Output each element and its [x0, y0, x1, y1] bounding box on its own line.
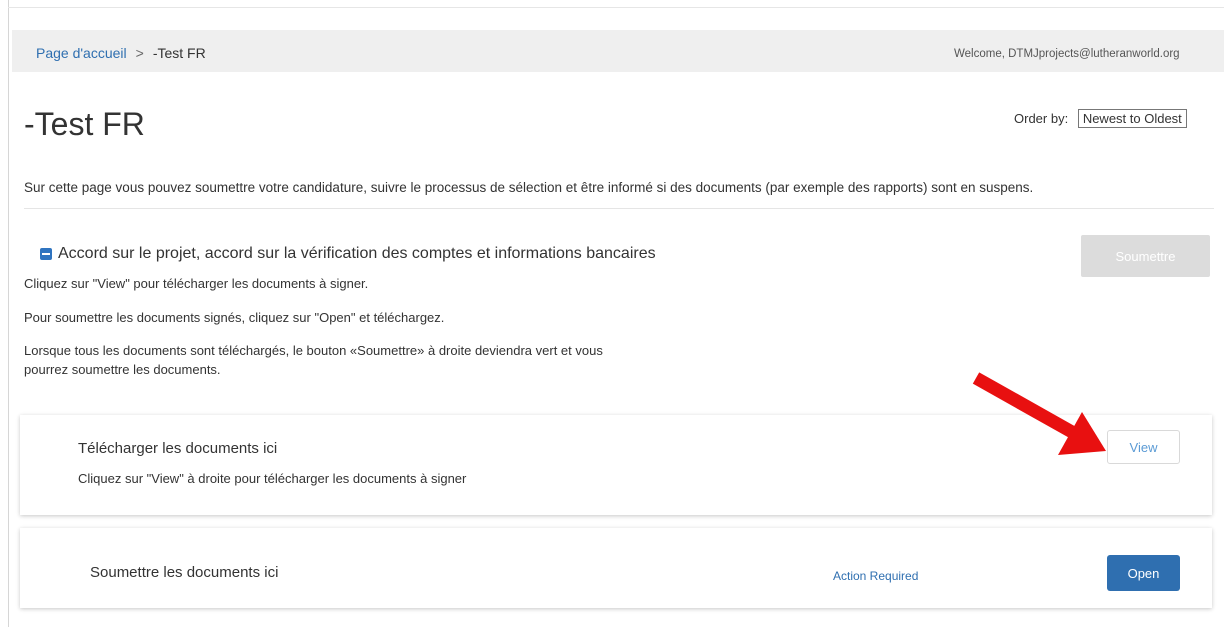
instruction-line-3b: pourrez soumettre les documents. — [24, 362, 221, 377]
section-header[interactable]: Accord sur le projet, accord sur la véri… — [40, 245, 656, 263]
order-by-select[interactable]: Newest to Oldest — [1077, 109, 1187, 128]
page-title: -Test FR — [24, 106, 145, 142]
action-required-status: Action Required — [833, 569, 919, 583]
card-title: Télécharger les documents ici — [78, 440, 278, 457]
frame-left-edge — [8, 0, 9, 627]
breadcrumb: Page d'accueil > -Test FR — [36, 45, 206, 61]
submit-button[interactable]: Soumettre — [1081, 235, 1210, 277]
breadcrumb-home-link[interactable]: Page d'accueil — [36, 45, 127, 61]
page-frame: Page d'accueil > -Test FR Welcome, DTMJpro… — [0, 0, 1224, 627]
breadcrumb-current: -Test FR — [152, 45, 206, 61]
frame-top-edge — [8, 7, 1224, 8]
red-arrow-icon — [972, 372, 1106, 455]
order-by-label: Order by: — [1014, 111, 1069, 126]
arrow-shaft — [972, 372, 1076, 438]
divider — [24, 208, 1214, 209]
top-bar: Page d'accueil > -Test FR Welcome, DTMJpro… — [12, 30, 1224, 72]
submit-documents-card: Soumettre les documents ici Action Requi… — [20, 528, 1212, 608]
view-button[interactable]: View — [1107, 430, 1180, 464]
card-title: Soumettre les documents ici — [90, 564, 279, 581]
instruction-line-1: Cliquez sur "View" pour télécharger les … — [24, 276, 369, 291]
open-button[interactable]: Open — [1107, 555, 1180, 591]
order-by: Order by: Newest to Oldest — [1014, 109, 1187, 128]
section-title: Accord sur le projet, accord sur la véri… — [58, 245, 656, 262]
intro-text: Sur cette page vous pouvez soumettre vot… — [24, 180, 1034, 195]
collapse-minus-icon[interactable] — [40, 248, 52, 260]
card-subtitle: Cliquez sur "View" à droite pour télécha… — [78, 471, 467, 486]
instruction-line-2: Pour soumettre les documents signés, cli… — [24, 310, 445, 325]
instruction-line-3a: Lorsque tous les documents sont téléchar… — [24, 343, 603, 358]
breadcrumb-separator: > — [135, 45, 144, 61]
welcome-text: Welcome, DTMJprojects@lutheranworld.org — [954, 48, 1180, 60]
